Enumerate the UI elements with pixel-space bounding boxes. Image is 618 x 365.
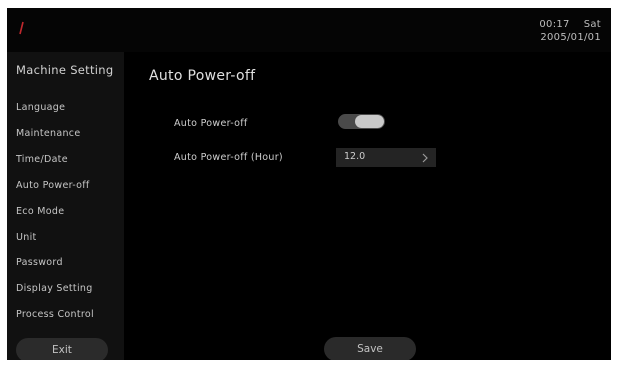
sidebar-item-label: Maintenance [16, 128, 81, 139]
sidebar-item-label: Language [16, 102, 66, 113]
clock-date: 2005/01/01 [540, 32, 601, 43]
sidebar-item-label: Auto Power-off [16, 180, 90, 191]
sidebar-item-auto-power-off[interactable]: Auto Power-off [7, 175, 124, 199]
sidebar-item-time-date[interactable]: Time/Date [7, 149, 124, 173]
sidebar-item-eco-mode[interactable]: Eco Mode [7, 201, 124, 225]
clock-time: 00:17 [539, 19, 570, 30]
sidebar-item-display-setting[interactable]: Display Setting [7, 278, 124, 302]
sidebar-item-label: Display Setting [16, 283, 93, 294]
clock-day: Sat [583, 19, 601, 30]
top-bar: 00:17 Sat 2005/01/01 [7, 8, 611, 52]
auto-power-off-hour-field[interactable]: 12.0 [336, 148, 436, 167]
auto-power-off-label: Auto Power-off [174, 118, 248, 129]
sidebar-item-language[interactable]: Language [7, 97, 124, 121]
device-screen: 00:17 Sat 2005/01/01 Machine Setting Lang… [7, 8, 611, 360]
exit-button[interactable]: Exit [16, 338, 108, 360]
save-button[interactable]: Save [324, 337, 416, 360]
main-panel: Auto Power-off Auto Power-off Auto Power… [124, 52, 611, 360]
auto-power-off-hour-label: Auto Power-off (Hour) [174, 152, 283, 163]
auto-power-off-toggle[interactable] [338, 114, 385, 129]
sidebar-title: Machine Setting [16, 63, 114, 77]
sidebar-item-unit[interactable]: Unit [7, 227, 124, 251]
sidebar-item-label: Password [16, 257, 63, 268]
chevron-right-icon [422, 153, 428, 163]
sidebar-item-label: Time/Date [16, 154, 68, 165]
sidebar-item-label: Eco Mode [16, 206, 65, 217]
sidebar-item-label: Unit [16, 232, 37, 243]
brand-logo-mark [19, 21, 24, 35]
sidebar-item-process-control[interactable]: Process Control [7, 304, 124, 328]
sidebar: Machine Setting Language Maintenance Tim… [7, 52, 124, 360]
sidebar-item-label: Process Control [16, 309, 94, 320]
clock: 00:17 Sat 2005/01/01 [539, 18, 601, 44]
page-title: Auto Power-off [149, 68, 256, 84]
sidebar-item-password[interactable]: Password [7, 252, 124, 276]
sidebar-item-maintenance[interactable]: Maintenance [7, 123, 124, 147]
toggle-knob [355, 115, 384, 128]
auto-power-off-hour-value: 12.0 [344, 151, 366, 162]
